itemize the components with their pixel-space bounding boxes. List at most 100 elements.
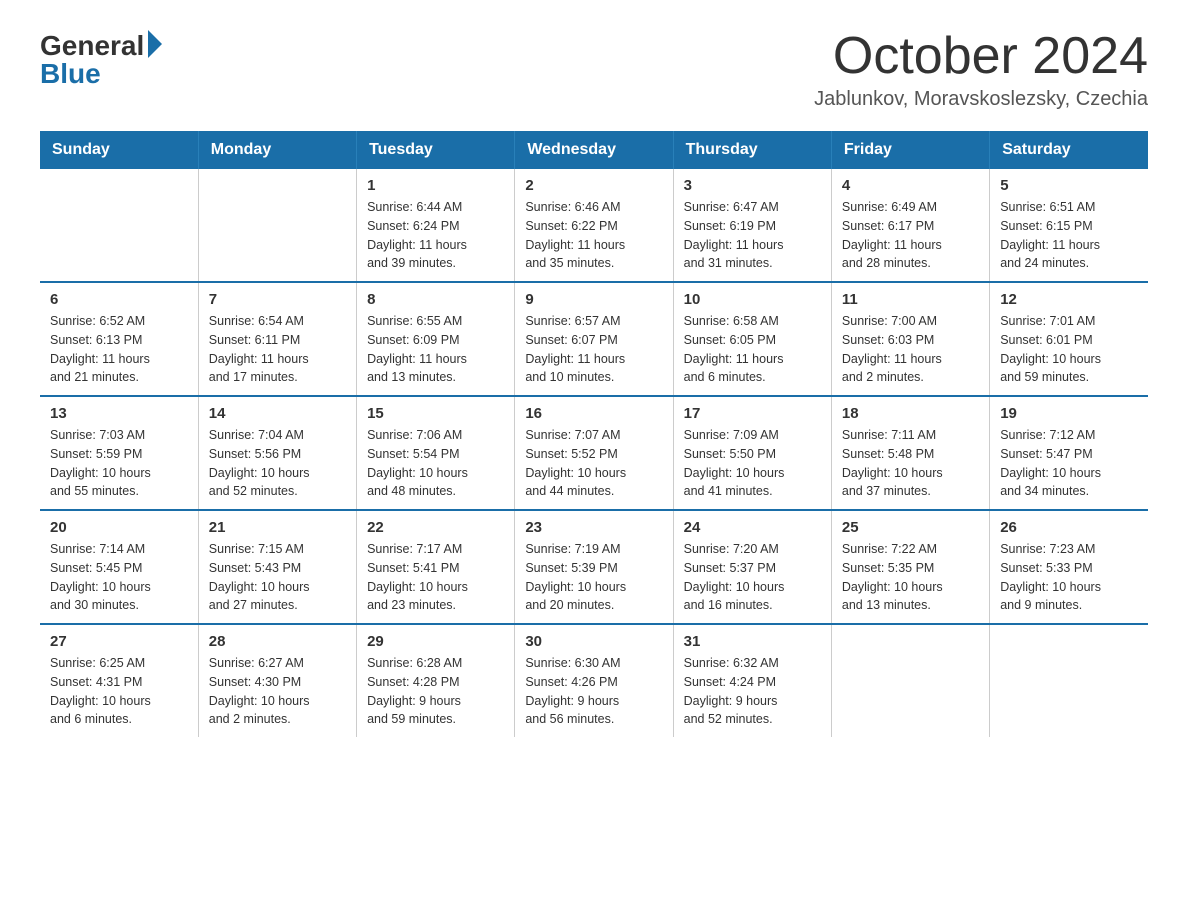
- calendar-cell: 26Sunrise: 7:23 AM Sunset: 5:33 PM Dayli…: [990, 510, 1148, 624]
- calendar-cell: 18Sunrise: 7:11 AM Sunset: 5:48 PM Dayli…: [831, 396, 989, 510]
- header-sunday: Sunday: [40, 131, 198, 169]
- day-info: Sunrise: 7:19 AM Sunset: 5:39 PM Dayligh…: [525, 540, 662, 615]
- calendar-cell: 9 Sunrise: 6:57 AM Sunset: 6:07 PM Daylig…: [515, 282, 673, 396]
- day-number: 25: [842, 519, 979, 536]
- day-number: 30: [525, 633, 662, 650]
- calendar-cell: 15 Sunrise: 7:06 AM Sunset: 5:54 PM Dayli…: [357, 396, 515, 510]
- calendar-cell: 28 Sunrise: 6:27 AM Sunset: 4:30 PM Dayli…: [198, 624, 356, 737]
- calendar-cell: 4Sunrise: 6:49 AM Sunset: 6:17 PM Daylig…: [831, 169, 989, 282]
- calendar-cell: 1Sunrise: 6:44 AM Sunset: 6:24 PM Daylig…: [357, 169, 515, 282]
- calendar-cell: 20 Sunrise: 7:14 AM Sunset: 5:45 PM Dayli…: [40, 510, 198, 624]
- day-info: Sunrise: 7:00 AM Sunset: 6:03 PM Dayligh…: [842, 312, 979, 387]
- day-number: 28: [209, 633, 346, 650]
- weekday-header-row: SundayMondayTuesdayWednesdayThursdayFrid…: [40, 131, 1148, 169]
- day-number: 20: [50, 519, 188, 536]
- day-number: 11: [842, 291, 979, 308]
- calendar-cell: 8 Sunrise: 6:55 AM Sunset: 6:09 PM Daylig…: [357, 282, 515, 396]
- calendar-cell: 2 Sunrise: 6:46 AM Sunset: 6:22 PM Daylig…: [515, 169, 673, 282]
- day-number: 1: [367, 177, 504, 194]
- logo-arrow-icon: [148, 30, 162, 58]
- header-saturday: Saturday: [990, 131, 1148, 169]
- day-info: Sunrise: 6:46 AM Sunset: 6:22 PM Dayligh…: [525, 198, 662, 273]
- header-thursday: Thursday: [673, 131, 831, 169]
- day-info: Sunrise: 6:54 AM Sunset: 6:11 PM Dayligh…: [209, 312, 346, 387]
- day-number: 8: [367, 291, 504, 308]
- calendar-table: SundayMondayTuesdayWednesdayThursdayFrid…: [40, 131, 1148, 737]
- calendar-cell: 17 Sunrise: 7:09 AM Sunset: 5:50 PM Dayli…: [673, 396, 831, 510]
- day-number: 17: [684, 405, 821, 422]
- day-info: Sunrise: 7:03 AM Sunset: 5:59 PM Dayligh…: [50, 426, 188, 501]
- calendar-cell: 24Sunrise: 7:20 AM Sunset: 5:37 PM Dayli…: [673, 510, 831, 624]
- day-number: 13: [50, 405, 188, 422]
- day-info: Sunrise: 7:23 AM Sunset: 5:33 PM Dayligh…: [1000, 540, 1138, 615]
- location: Jablunkov, Moravskoslezsky, Czechia: [814, 88, 1148, 111]
- day-info: Sunrise: 6:55 AM Sunset: 6:09 PM Dayligh…: [367, 312, 504, 387]
- calendar-cell: 27 Sunrise: 6:25 AM Sunset: 4:31 PM Dayli…: [40, 624, 198, 737]
- day-number: 12: [1000, 291, 1138, 308]
- day-info: Sunrise: 7:07 AM Sunset: 5:52 PM Dayligh…: [525, 426, 662, 501]
- day-number: 31: [684, 633, 821, 650]
- day-number: 10: [684, 291, 821, 308]
- day-number: 21: [209, 519, 346, 536]
- week-row-5: 27 Sunrise: 6:25 AM Sunset: 4:31 PM Dayli…: [40, 624, 1148, 737]
- day-info: Sunrise: 6:57 AM Sunset: 6:07 PM Dayligh…: [525, 312, 662, 387]
- day-info: Sunrise: 6:32 AM Sunset: 4:24 PM Dayligh…: [684, 654, 821, 729]
- day-info: Sunrise: 6:58 AM Sunset: 6:05 PM Dayligh…: [684, 312, 821, 387]
- calendar-cell: 21Sunrise: 7:15 AM Sunset: 5:43 PM Dayli…: [198, 510, 356, 624]
- calendar-cell: 19 Sunrise: 7:12 AM Sunset: 5:47 PM Dayli…: [990, 396, 1148, 510]
- calendar-cell: [198, 169, 356, 282]
- day-number: 5: [1000, 177, 1138, 194]
- calendar-cell: 25 Sunrise: 7:22 AM Sunset: 5:35 PM Dayli…: [831, 510, 989, 624]
- day-number: 29: [367, 633, 504, 650]
- week-row-3: 13 Sunrise: 7:03 AM Sunset: 5:59 PM Dayli…: [40, 396, 1148, 510]
- calendar-cell: [831, 624, 989, 737]
- calendar-cell: 7 Sunrise: 6:54 AM Sunset: 6:11 PM Daylig…: [198, 282, 356, 396]
- day-info: Sunrise: 7:09 AM Sunset: 5:50 PM Dayligh…: [684, 426, 821, 501]
- day-number: 19: [1000, 405, 1138, 422]
- day-info: Sunrise: 7:12 AM Sunset: 5:47 PM Dayligh…: [1000, 426, 1138, 501]
- day-number: 22: [367, 519, 504, 536]
- day-number: 9: [525, 291, 662, 308]
- calendar-cell: 11 Sunrise: 7:00 AM Sunset: 6:03 PM Dayli…: [831, 282, 989, 396]
- title-area: October 2024 Jablunkov, Moravskoslezsky,…: [814, 30, 1148, 111]
- calendar-cell: 3Sunrise: 6:47 AM Sunset: 6:19 PM Daylig…: [673, 169, 831, 282]
- day-info: Sunrise: 7:22 AM Sunset: 5:35 PM Dayligh…: [842, 540, 979, 615]
- calendar-cell: 30 Sunrise: 6:30 AM Sunset: 4:26 PM Dayli…: [515, 624, 673, 737]
- month-title: October 2024: [814, 30, 1148, 82]
- day-info: Sunrise: 6:47 AM Sunset: 6:19 PM Dayligh…: [684, 198, 821, 273]
- calendar-cell: 13 Sunrise: 7:03 AM Sunset: 5:59 PM Dayli…: [40, 396, 198, 510]
- day-info: Sunrise: 6:52 AM Sunset: 6:13 PM Dayligh…: [50, 312, 188, 387]
- day-info: Sunrise: 7:04 AM Sunset: 5:56 PM Dayligh…: [209, 426, 346, 501]
- day-info: Sunrise: 6:27 AM Sunset: 4:30 PM Dayligh…: [209, 654, 346, 729]
- day-info: Sunrise: 7:14 AM Sunset: 5:45 PM Dayligh…: [50, 540, 188, 615]
- day-number: 15: [367, 405, 504, 422]
- calendar-cell: 22 Sunrise: 7:17 AM Sunset: 5:41 PM Dayli…: [357, 510, 515, 624]
- day-number: 6: [50, 291, 188, 308]
- header-friday: Friday: [831, 131, 989, 169]
- calendar-cell: 10 Sunrise: 6:58 AM Sunset: 6:05 PM Dayli…: [673, 282, 831, 396]
- header-monday: Monday: [198, 131, 356, 169]
- day-info: Sunrise: 6:51 AM Sunset: 6:15 PM Dayligh…: [1000, 198, 1138, 273]
- day-info: Sunrise: 6:25 AM Sunset: 4:31 PM Dayligh…: [50, 654, 188, 729]
- day-number: 24: [684, 519, 821, 536]
- day-info: Sunrise: 6:30 AM Sunset: 4:26 PM Dayligh…: [525, 654, 662, 729]
- calendar-cell: 23Sunrise: 7:19 AM Sunset: 5:39 PM Dayli…: [515, 510, 673, 624]
- calendar-cell: 6 Sunrise: 6:52 AM Sunset: 6:13 PM Daylig…: [40, 282, 198, 396]
- calendar-cell: 16Sunrise: 7:07 AM Sunset: 5:52 PM Dayli…: [515, 396, 673, 510]
- week-row-4: 20 Sunrise: 7:14 AM Sunset: 5:45 PM Dayli…: [40, 510, 1148, 624]
- day-number: 27: [50, 633, 188, 650]
- day-number: 2: [525, 177, 662, 194]
- day-number: 7: [209, 291, 346, 308]
- week-row-2: 6 Sunrise: 6:52 AM Sunset: 6:13 PM Daylig…: [40, 282, 1148, 396]
- week-row-1: 1Sunrise: 6:44 AM Sunset: 6:24 PM Daylig…: [40, 169, 1148, 282]
- header-wednesday: Wednesday: [515, 131, 673, 169]
- calendar-cell: [40, 169, 198, 282]
- day-info: Sunrise: 7:01 AM Sunset: 6:01 PM Dayligh…: [1000, 312, 1138, 387]
- day-info: Sunrise: 7:06 AM Sunset: 5:54 PM Dayligh…: [367, 426, 504, 501]
- header-tuesday: Tuesday: [357, 131, 515, 169]
- day-info: Sunrise: 7:17 AM Sunset: 5:41 PM Dayligh…: [367, 540, 504, 615]
- day-number: 4: [842, 177, 979, 194]
- calendar-cell: 12 Sunrise: 7:01 AM Sunset: 6:01 PM Dayli…: [990, 282, 1148, 396]
- logo: General Blue: [40, 30, 162, 90]
- calendar-cell: 5 Sunrise: 6:51 AM Sunset: 6:15 PM Daylig…: [990, 169, 1148, 282]
